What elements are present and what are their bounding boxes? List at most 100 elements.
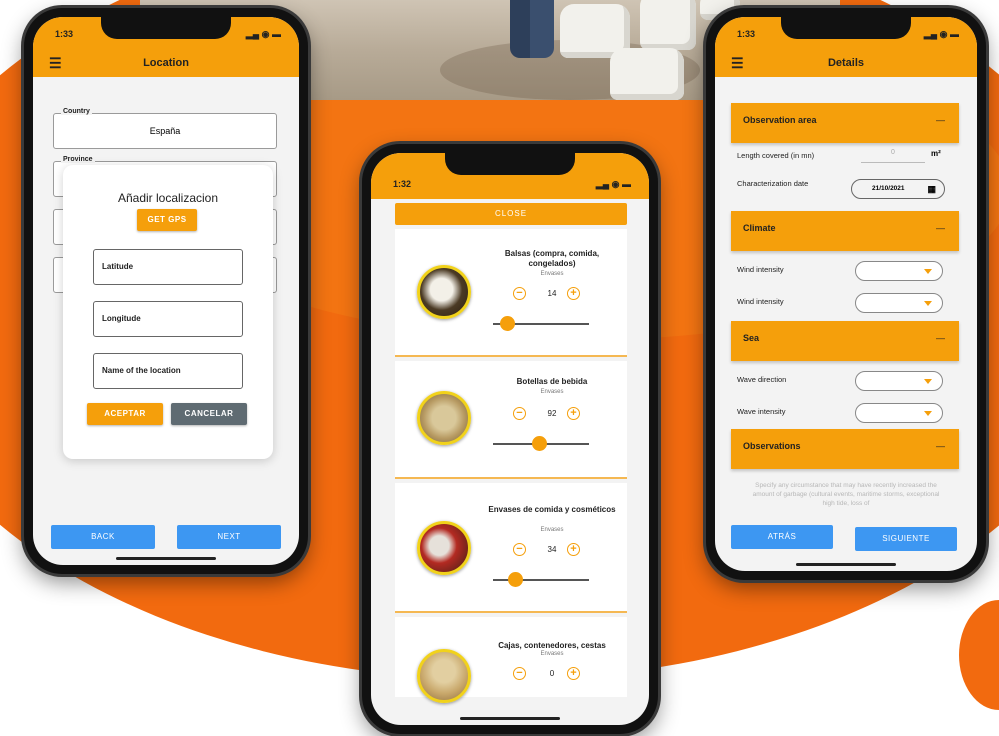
section-title: Sea bbox=[743, 333, 760, 343]
menu-icon[interactable]: ☰ bbox=[731, 55, 744, 71]
plus-circle-icon[interactable]: + bbox=[567, 407, 580, 420]
province-label: Province bbox=[61, 156, 95, 163]
collapse-icon[interactable]: — bbox=[936, 103, 945, 137]
minus-circle-icon[interactable]: − bbox=[513, 667, 526, 680]
item-thumbnail bbox=[417, 649, 471, 703]
item-category: Envases bbox=[540, 527, 564, 533]
minus-circle-icon[interactable]: − bbox=[513, 287, 526, 300]
quantity-stepper: − 92 + bbox=[513, 407, 593, 421]
collapse-icon[interactable]: — bbox=[936, 321, 945, 355]
location-screen: 1:33 ▂▄ ◉ ▬ ☰ Location España Country Pr… bbox=[33, 17, 299, 565]
length-input[interactable]: 0 bbox=[861, 149, 925, 163]
page-title: Location bbox=[143, 57, 189, 69]
home-indicator bbox=[116, 557, 216, 560]
length-label: Length covered (in mn) bbox=[737, 151, 815, 160]
signal-wifi-battery-icons: ▂▄ ◉ ▬ bbox=[245, 29, 281, 39]
length-unit: m² bbox=[931, 149, 941, 158]
item-category: Envases bbox=[540, 389, 564, 395]
chevron-down-icon bbox=[924, 411, 932, 416]
list-item: Envases de comida y cosméticos Envases −… bbox=[395, 483, 627, 613]
quantity-stepper: − 34 + bbox=[513, 543, 593, 557]
item-category: Envases bbox=[540, 271, 564, 277]
photo-person bbox=[510, 0, 554, 58]
quantity-slider[interactable] bbox=[493, 316, 589, 331]
calendar-icon[interactable]: ▦ bbox=[927, 180, 936, 198]
country-field[interactable]: España bbox=[53, 113, 277, 149]
item-title: Balsas (compra, comida, congelados) bbox=[504, 249, 600, 268]
phone-details: 1:33 ▂▄ ◉ ▬ ☰ Details Observation area —… bbox=[706, 8, 986, 580]
status-time: 1:32 bbox=[393, 179, 412, 189]
wave-direction-select[interactable] bbox=[855, 371, 943, 391]
date-value: 21/10/2021 bbox=[872, 185, 905, 192]
item-title: Envases de comida y cosméticos bbox=[488, 505, 616, 514]
item-count: 92 bbox=[547, 409, 557, 418]
app-bar: ☰ Location bbox=[33, 49, 299, 77]
longitude-input[interactable]: Longitude bbox=[93, 301, 243, 337]
quantity-stepper: − 0 + bbox=[513, 667, 593, 681]
orange-accent-circle bbox=[959, 600, 999, 710]
wave-direction-label: Wave direction bbox=[737, 375, 787, 384]
get-gps-button[interactable]: GET GPS bbox=[137, 209, 197, 231]
quantity-stepper: − 14 + bbox=[513, 287, 593, 301]
latitude-input[interactable]: Latitude bbox=[93, 249, 243, 285]
section-title: Climate bbox=[743, 223, 776, 233]
page-title: Details bbox=[827, 57, 865, 69]
quantity-slider[interactable] bbox=[493, 572, 589, 587]
item-title: Botellas de bebida bbox=[516, 377, 588, 386]
minus-circle-icon[interactable]: − bbox=[513, 543, 526, 556]
home-indicator bbox=[796, 563, 896, 566]
wave-intensity-select[interactable] bbox=[855, 403, 943, 423]
section-observation-area[interactable]: Observation area — bbox=[731, 103, 959, 143]
cancel-button[interactable]: CANCELAR bbox=[171, 403, 247, 425]
characterization-date-label: Characterization date bbox=[737, 179, 809, 188]
signal-wifi-battery-icons: ▂▄ ◉ ▬ bbox=[923, 29, 959, 39]
photo-garbage-bag bbox=[640, 0, 696, 50]
back-button[interactable]: ATRÁS bbox=[731, 525, 833, 549]
characterization-date-field[interactable]: 21/10/2021 ▦ bbox=[851, 179, 945, 199]
home-indicator bbox=[460, 717, 560, 720]
collapse-icon[interactable]: — bbox=[936, 211, 945, 245]
status-time: 1:33 bbox=[55, 29, 74, 39]
close-button[interactable]: CLOSE bbox=[395, 203, 627, 225]
phone-items: 1:32 ▂▄ ◉ ▬ CLOSE Balsas (compra, comida… bbox=[362, 144, 658, 734]
items-screen: 1:32 ▂▄ ◉ ▬ CLOSE Balsas (compra, comida… bbox=[371, 153, 649, 725]
wind-intensity-label: Wind intensity bbox=[737, 265, 784, 274]
add-location-dialog: Añadir localizacion GET GPS Latitude Lon… bbox=[63, 165, 273, 459]
back-button[interactable]: BACK bbox=[51, 525, 155, 549]
wave-intensity-label: Wave intensity bbox=[737, 407, 786, 416]
list-item: Balsas (compra, comida, congelados) Enva… bbox=[395, 229, 627, 357]
chevron-down-icon bbox=[924, 269, 932, 274]
wind-intensity-select[interactable] bbox=[855, 293, 943, 313]
plus-circle-icon[interactable]: + bbox=[567, 543, 580, 556]
phone-location: 1:33 ▂▄ ◉ ▬ ☰ Location España Country Pr… bbox=[24, 8, 308, 574]
menu-icon[interactable]: ☰ bbox=[49, 55, 62, 71]
item-thumbnail bbox=[417, 265, 471, 319]
next-button[interactable]: NEXT bbox=[177, 525, 281, 549]
section-climate[interactable]: Climate — bbox=[731, 211, 959, 251]
item-thumbnail bbox=[417, 391, 471, 445]
phone-notch bbox=[445, 153, 575, 175]
section-title: Observation area bbox=[743, 115, 817, 125]
list-item: Cajas, contenedores, cestas Envases − 0 … bbox=[395, 617, 627, 703]
location-name-input[interactable]: Name of the location bbox=[93, 353, 243, 389]
minus-circle-icon[interactable]: − bbox=[513, 407, 526, 420]
wind-intensity-select[interactable] bbox=[855, 261, 943, 281]
wind-intensity-label: Wind intensity bbox=[737, 297, 784, 306]
country-label: Country bbox=[61, 108, 92, 115]
plus-circle-icon[interactable]: + bbox=[567, 667, 580, 680]
phone-notch bbox=[781, 17, 911, 39]
section-observations[interactable]: Observations — bbox=[731, 429, 959, 469]
accept-button[interactable]: ACEPTAR bbox=[87, 403, 163, 425]
slider-knob[interactable] bbox=[532, 436, 548, 451]
list-item: Botellas de bebida Envases − 92 + bbox=[395, 361, 627, 479]
section-sea[interactable]: Sea — bbox=[731, 321, 959, 361]
item-count: 34 bbox=[547, 545, 557, 554]
item-count: 0 bbox=[549, 669, 555, 678]
plus-circle-icon[interactable]: + bbox=[567, 287, 580, 300]
collapse-icon[interactable]: — bbox=[936, 429, 945, 463]
observations-textarea[interactable]: Specify any circumstance that may have r… bbox=[751, 481, 941, 508]
slider-knob[interactable] bbox=[508, 572, 524, 587]
quantity-slider[interactable] bbox=[493, 436, 589, 451]
slider-knob[interactable] bbox=[500, 316, 516, 331]
next-button[interactable]: SIGUIENTE bbox=[855, 527, 957, 551]
